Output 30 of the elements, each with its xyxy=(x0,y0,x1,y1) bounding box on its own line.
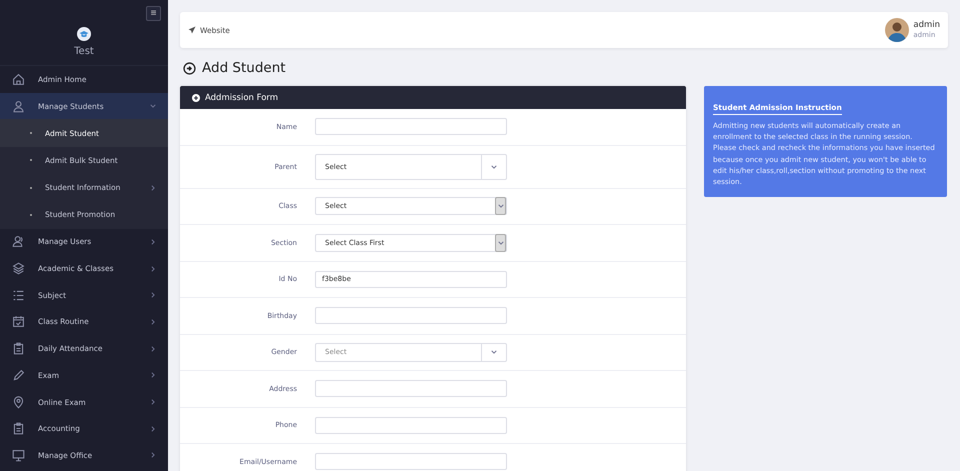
plus-circle-icon xyxy=(192,94,200,102)
pencil-icon xyxy=(12,368,25,382)
input-field[interactable] xyxy=(315,307,507,324)
clipboard-icon xyxy=(12,342,25,356)
pin-icon xyxy=(12,396,25,409)
school-name: Test xyxy=(74,46,94,57)
monitor-icon xyxy=(12,448,25,462)
menu-button[interactable]: ≡ xyxy=(146,6,161,21)
clipboard-icon xyxy=(12,422,25,436)
chevron-down-icon xyxy=(498,240,504,246)
input-field[interactable] xyxy=(315,416,507,434)
chevron-down-icon xyxy=(491,349,497,356)
input-field[interactable] xyxy=(315,453,507,470)
graduation-cap-icon xyxy=(77,27,91,41)
calendar-icon xyxy=(12,315,25,328)
layers-icon xyxy=(12,262,25,276)
avatar-icon[interactable] xyxy=(885,18,910,42)
chevron-down-icon xyxy=(491,164,497,170)
home-icon xyxy=(12,72,25,86)
chevron-down-icon xyxy=(498,203,504,210)
page-title: Add Student xyxy=(202,60,286,76)
send-icon xyxy=(188,26,196,34)
users-icon xyxy=(12,235,25,248)
form-title: Addmission Form xyxy=(205,92,278,102)
arrow-circle-icon xyxy=(183,62,196,74)
user-name: admin xyxy=(913,21,940,31)
list-icon xyxy=(12,288,25,302)
input-field[interactable] xyxy=(315,380,507,398)
user-icon xyxy=(12,100,25,113)
input-field[interactable] xyxy=(315,118,507,136)
